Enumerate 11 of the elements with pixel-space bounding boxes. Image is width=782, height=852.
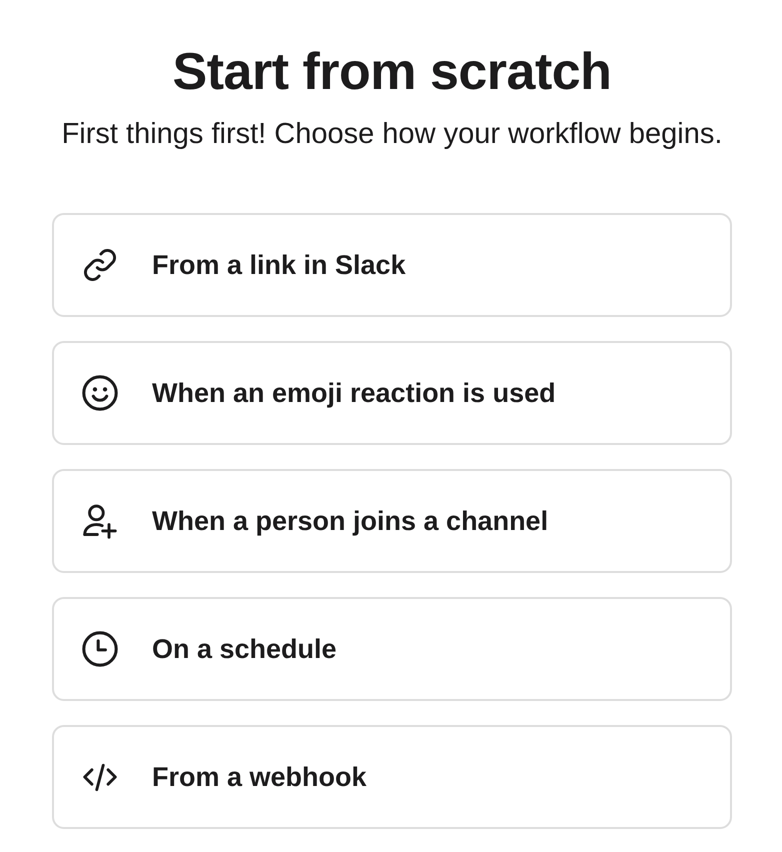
- link-icon: [82, 247, 118, 283]
- add-person-icon: [82, 503, 118, 539]
- trigger-option[interactable]: On a schedule: [52, 597, 732, 701]
- trigger-option[interactable]: From a link in Slack: [52, 213, 732, 317]
- clock-icon: [82, 631, 118, 667]
- page-title: Start from scratch: [172, 42, 612, 103]
- trigger-option[interactable]: When an emoji reaction is used: [52, 341, 732, 445]
- smiley-icon: [82, 375, 118, 411]
- page-subtitle: First things first! Choose how your workflow begins.: [60, 117, 724, 152]
- trigger-option[interactable]: From a webhook: [52, 725, 732, 829]
- trigger-option[interactable]: When a person joins a channel: [52, 469, 732, 573]
